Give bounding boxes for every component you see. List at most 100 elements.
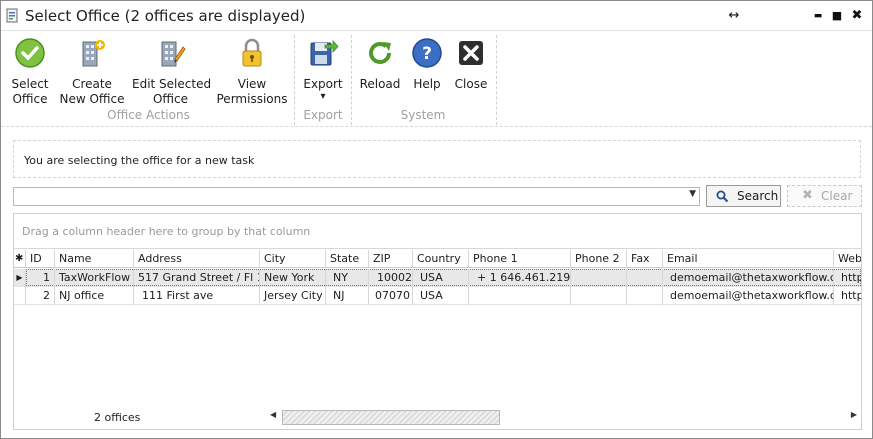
export-button[interactable]: Export ▾: [299, 37, 347, 102]
cell-web[interactable]: http: [834, 269, 861, 287]
column-chooser-icon[interactable]: ✱: [14, 250, 26, 268]
edit-selected-office-label: Edit Selected Office: [132, 77, 212, 106]
record-count: 2 offices: [94, 411, 141, 424]
column-header-phone2[interactable]: Phone 2: [571, 250, 627, 268]
cell-name[interactable]: NJ office: [55, 287, 134, 305]
cell-fax[interactable]: [627, 269, 663, 287]
check-circle-icon: [15, 38, 45, 68]
column-header-web[interactable]: Web: [834, 250, 861, 268]
cell-city[interactable]: Jersey City: [260, 287, 326, 305]
create-new-office-button[interactable]: Create New Office: [57, 37, 127, 107]
column-header-state[interactable]: State: [326, 250, 369, 268]
cell-id[interactable]: 2: [26, 287, 55, 305]
help-icon: ?: [412, 38, 442, 68]
cell-phone1[interactable]: [469, 287, 571, 305]
cell-address[interactable]: 517 Grand Street / Fl 1: [134, 269, 260, 287]
row-indicator: [14, 287, 26, 305]
grid-header: ✱ ID Name Address City State ZIP Country…: [14, 250, 861, 268]
cell-zip[interactable]: 10002: [369, 269, 413, 287]
ribbon: Select Office Create New Office Edit Sel…: [1, 31, 872, 127]
svg-text:?: ?: [422, 44, 432, 64]
maximize-button[interactable]: ■: [828, 7, 846, 25]
cell-id[interactable]: 1: [26, 269, 55, 287]
select-office-window: Select Office (2 offices are displayed) …: [0, 0, 873, 439]
help-button[interactable]: ? Help: [407, 37, 447, 92]
reload-icon: [369, 42, 391, 64]
column-header-country[interactable]: Country: [413, 250, 469, 268]
view-permissions-label: View Permissions: [216, 77, 288, 106]
cell-name[interactable]: TaxWorkFlow: [55, 269, 134, 287]
search-combo[interactable]: ▼: [13, 187, 700, 206]
clear-button[interactable]: ✖ Clear: [787, 185, 862, 207]
restore-button[interactable]: ↔: [725, 7, 743, 25]
select-office-button[interactable]: Select Office: [5, 37, 55, 107]
cell-email[interactable]: demoemail@thetaxworkflow.com: [663, 269, 834, 287]
close-label: Close: [454, 77, 488, 91]
column-header-city[interactable]: City: [260, 250, 326, 268]
cell-email[interactable]: demoemail@thetaxworkflow.com: [663, 287, 834, 305]
cell-web[interactable]: http: [834, 287, 861, 305]
column-header-name[interactable]: Name: [55, 250, 134, 268]
close-window-button[interactable]: ✖: [848, 7, 866, 25]
floppy-export-icon: [310, 39, 339, 66]
column-header-fax[interactable]: Fax: [627, 250, 663, 268]
cell-country[interactable]: USA: [413, 287, 469, 305]
cell-city[interactable]: New York: [260, 269, 326, 287]
cell-country[interactable]: USA: [413, 269, 469, 287]
horizontal-scrollbar[interactable]: ◀ ▶: [268, 409, 859, 426]
close-icon: [459, 41, 483, 65]
scroll-left-icon[interactable]: ◀: [270, 410, 276, 419]
column-header-id[interactable]: ID: [26, 250, 55, 268]
info-panel: You are selecting the office for a new t…: [13, 140, 861, 178]
offices-grid: Drag a column header here to group by th…: [13, 213, 862, 430]
search-label: Search: [737, 189, 779, 203]
clear-label: Clear: [821, 189, 853, 203]
reload-button[interactable]: Reload: [357, 37, 403, 92]
select-office-label: Select Office: [11, 77, 49, 106]
clear-icon: ✖: [802, 188, 813, 203]
row-indicator-icon: ▶: [14, 269, 26, 287]
info-message: You are selecting the office for a new t…: [24, 154, 255, 167]
scroll-right-icon[interactable]: ▶: [851, 410, 857, 419]
cell-zip[interactable]: 07070: [369, 287, 413, 305]
reload-label: Reload: [359, 77, 401, 91]
lock-icon: [242, 38, 262, 67]
search-button[interactable]: Search: [706, 185, 781, 207]
group-hint: Drag a column header here to group by th…: [22, 225, 311, 238]
building-add-icon: [82, 40, 105, 67]
group-label-office-actions: Office Actions: [107, 108, 190, 122]
group-separator: [351, 35, 352, 125]
group-label-export: Export: [303, 108, 343, 122]
cell-fax[interactable]: [627, 287, 663, 305]
export-label: Export: [303, 77, 343, 91]
close-button[interactable]: Close: [451, 37, 491, 92]
window-title: Select Office (2 offices are displayed): [25, 7, 306, 25]
chevron-down-icon[interactable]: ▼: [689, 189, 696, 199]
table-row[interactable]: ▶ 1 TaxWorkFlow 517 Grand Street / Fl 1 …: [14, 269, 861, 287]
view-permissions-button[interactable]: View Permissions: [215, 37, 289, 107]
cell-address[interactable]: 111 First ave: [134, 287, 260, 305]
scroll-thumb[interactable]: [282, 410, 500, 425]
column-header-phone1[interactable]: Phone 1: [469, 250, 571, 268]
title-bar: Select Office (2 offices are displayed) …: [1, 1, 872, 31]
cell-state[interactable]: NY: [326, 269, 369, 287]
cell-phone2[interactable]: [571, 287, 627, 305]
help-label: Help: [413, 77, 441, 91]
cell-phone2[interactable]: [571, 269, 627, 287]
search-icon: [716, 190, 729, 203]
create-new-office-label: Create New Office: [59, 77, 125, 106]
app-icon: [6, 8, 18, 23]
cell-state[interactable]: NJ: [326, 287, 369, 305]
export-dropdown-icon[interactable]: ▾: [299, 92, 347, 102]
column-header-email[interactable]: Email: [663, 250, 834, 268]
group-by-panel[interactable]: Drag a column header here to group by th…: [14, 214, 861, 249]
group-separator: [294, 35, 295, 125]
group-separator: [496, 35, 497, 125]
edit-selected-office-button[interactable]: Edit Selected Office: [132, 37, 212, 107]
column-header-address[interactable]: Address: [134, 250, 260, 268]
table-row[interactable]: 2 NJ office 111 First ave Jersey City NJ…: [14, 287, 861, 305]
cell-phone1[interactable]: + 1 646.461.2197: [469, 269, 571, 287]
column-header-zip[interactable]: ZIP: [369, 250, 413, 268]
minimize-button[interactable]: ▬: [809, 7, 827, 25]
group-label-system: System: [400, 108, 446, 122]
